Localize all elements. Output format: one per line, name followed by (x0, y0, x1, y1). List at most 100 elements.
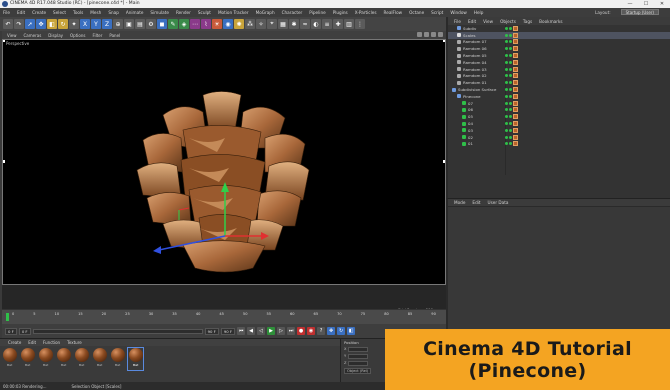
render-visibility-dot[interactable] (509, 60, 512, 64)
object-tree-row[interactable]: 02 (448, 134, 670, 141)
editor-visibility-dot[interactable] (505, 33, 508, 37)
render-visibility-dot[interactable] (509, 88, 512, 92)
viewport-menu-panel[interactable]: Panel (109, 33, 120, 38)
object-tree-row[interactable]: 06 (448, 107, 670, 114)
end-frame-field[interactable]: 90 F (204, 327, 219, 335)
visibility-flags[interactable] (505, 88, 512, 92)
current-frame-field[interactable]: 0 F (18, 327, 31, 335)
render-visibility-dot[interactable] (509, 26, 512, 30)
mm-menu-texture[interactable]: Texture (67, 340, 82, 345)
material-tag-icon[interactable] (513, 39, 518, 45)
coord-z-field[interactable] (348, 361, 369, 366)
render-picture-viewer-icon[interactable]: ▤ (135, 19, 145, 29)
material-tag-icon[interactable] (513, 100, 518, 106)
editor-visibility-dot[interactable] (505, 135, 508, 139)
cube-primitive-icon[interactable]: ◼ (157, 19, 167, 29)
rotation-key-icon[interactable]: ↻ (337, 327, 346, 335)
viewport-menu-display[interactable]: Display (48, 33, 63, 38)
material-tag-icon[interactable] (513, 114, 518, 120)
render-visibility-dot[interactable] (509, 47, 512, 51)
editor-visibility-dot[interactable] (505, 94, 508, 98)
render-visibility-dot[interactable] (509, 108, 512, 112)
editor-visibility-dot[interactable] (505, 115, 508, 119)
menu-create[interactable]: Create (32, 10, 46, 15)
coord-x-field[interactable] (348, 347, 369, 352)
menu-motion-tracker[interactable]: Motion Tracker (218, 10, 249, 15)
timeline-ruler[interactable]: 0 5 10 15 20 25 30 35 40 45 50 55 60 65 … (2, 309, 446, 324)
editor-visibility-dot[interactable] (505, 142, 508, 146)
visibility-flags[interactable] (505, 101, 512, 105)
material-swatch-selected[interactable]: Mat (127, 347, 144, 371)
menu-mesh[interactable]: Mesh (90, 10, 101, 15)
om-menu-edit[interactable]: Edit (468, 19, 476, 24)
object-tree-row[interactable]: 04 (448, 120, 670, 127)
material-tag-icon[interactable] (513, 25, 518, 31)
editor-visibility-dot[interactable] (505, 67, 508, 71)
material-tag-icon[interactable] (513, 59, 518, 65)
editor-visibility-dot[interactable] (505, 88, 508, 92)
visibility-flags[interactable] (505, 47, 512, 51)
object-tree-row[interactable]: Ramdom 03 (448, 66, 670, 73)
viewport-menu-view[interactable]: View (7, 33, 17, 38)
move-tool-icon[interactable]: ✥ (36, 19, 46, 29)
om-menu-tags[interactable]: Tags (523, 19, 532, 24)
minimize-button[interactable]: — (622, 0, 638, 8)
menu-sculpt[interactable]: Sculpt (198, 10, 211, 15)
material-tag-icon[interactable] (513, 80, 518, 86)
layout-icon[interactable]: ▥ (344, 19, 354, 29)
object-tree-row[interactable]: 07 (448, 100, 670, 107)
render-visibility-dot[interactable] (509, 54, 512, 58)
render-visibility-dot[interactable] (509, 122, 512, 126)
object-tree-row[interactable]: Ramdom 06 (448, 45, 670, 52)
array-icon[interactable]: ⋯ (190, 19, 200, 29)
editor-visibility-dot[interactable] (505, 26, 508, 30)
am-menu-user-data[interactable]: User Data (488, 200, 509, 205)
maximize-button[interactable]: ☐ (638, 0, 654, 8)
scale-key-icon[interactable]: ◧ (347, 327, 356, 335)
keyframe-selection-icon[interactable]: ? (317, 327, 326, 335)
next-frame-icon[interactable]: ▷ (277, 327, 286, 335)
camera-icon[interactable]: ◉ (223, 19, 233, 29)
editor-visibility-dot[interactable] (505, 122, 508, 126)
realflow-icon[interactable]: ≈ (300, 19, 310, 29)
viewport-menu-filter[interactable]: Filter (92, 33, 102, 38)
deformer-icon[interactable]: ⌇ (201, 19, 211, 29)
material-tag-icon[interactable] (513, 93, 518, 99)
frame-range-slider[interactable] (32, 328, 203, 334)
render-visibility-dot[interactable] (509, 40, 512, 44)
play-icon[interactable]: ▶ (267, 327, 276, 335)
goto-start-icon[interactable]: ⏮ (237, 327, 246, 335)
environment-icon[interactable]: ☀ (212, 19, 222, 29)
editor-visibility-dot[interactable] (505, 40, 508, 44)
mm-menu-function[interactable]: Function (43, 340, 60, 345)
object-tree-row[interactable]: Ramdom 02 (448, 73, 670, 80)
material-tag-icon[interactable] (513, 46, 518, 52)
material-tag-icon[interactable] (513, 32, 518, 38)
object-tree-row[interactable]: Subdiv (448, 25, 670, 32)
material-swatch[interactable]: Mat (2, 348, 17, 370)
visibility-flags[interactable] (505, 135, 512, 139)
viewport-menu-options[interactable]: Options (70, 33, 85, 38)
visibility-flags[interactable] (505, 94, 512, 98)
visibility-flags[interactable] (505, 108, 512, 112)
mm-menu-edit[interactable]: Edit (28, 340, 36, 345)
editor-visibility-dot[interactable] (505, 74, 508, 78)
material-tag-icon[interactable] (513, 141, 518, 147)
z-axis-lock-icon[interactable]: Z (102, 19, 112, 29)
object-tree-row[interactable]: Scales (448, 31, 670, 39)
material-tag-icon[interactable] (513, 66, 518, 72)
close-button[interactable]: ✕ (654, 0, 670, 8)
render-visibility-dot[interactable] (509, 135, 512, 139)
render-visibility-dot[interactable] (509, 67, 512, 71)
prev-frame-icon[interactable]: ◁ (257, 327, 266, 335)
menu-edit[interactable]: Edit (17, 10, 25, 15)
coordinate-system-icon[interactable]: ⊕ (113, 19, 123, 29)
editor-visibility-dot[interactable] (505, 101, 508, 105)
menu-realflow[interactable]: RealFlow (384, 10, 403, 15)
effector-icon[interactable]: ✧ (256, 19, 266, 29)
visibility-flags[interactable] (505, 40, 512, 44)
material-swatch[interactable]: Mat (74, 348, 89, 370)
visibility-flags[interactable] (505, 128, 512, 132)
last-tool-icon[interactable]: ✦ (69, 19, 79, 29)
zoom-icon[interactable] (424, 32, 429, 37)
